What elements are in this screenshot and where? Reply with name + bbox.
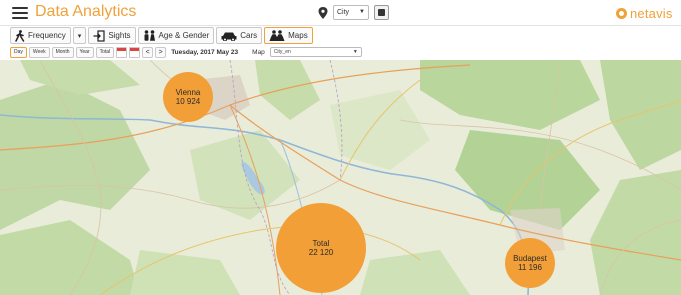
tab-frequency-label: Frequency [28,31,66,40]
tab-age-gender-label: Age & Gender [158,31,210,40]
next-date-button[interactable]: > [155,46,167,58]
app-title: Data Analytics [35,3,137,20]
tab-cars-label: Cars [240,31,258,40]
enter-icon [93,29,105,42]
tab-frequency[interactable]: Frequency [10,27,71,44]
bubble-budapest[interactable]: Budapest 11 196 [505,238,555,288]
brand-name: netavis [630,5,673,21]
calendar-start-icon[interactable] [116,46,128,58]
display-toggle-button[interactable] [374,5,389,20]
bubble-vienna-name: Vienna [175,88,201,97]
bubble-budapest-name: Budapest [513,254,547,263]
map-select[interactable]: City_en ▼ [269,47,362,57]
period-month-button[interactable]: Month [51,46,74,58]
tab-age-gender[interactable]: Age & Gender [137,27,215,44]
people-icon [144,30,155,41]
period-day-button[interactable]: Day [10,46,27,58]
tab-maps[interactable]: Maps [264,27,313,44]
hamburger-menu-icon[interactable] [12,7,28,19]
map-pin-icon [318,7,328,19]
brand-logo-icon [616,7,627,19]
chevron-down-icon: ▾ [77,32,82,40]
analytics-tabs: Frequency ▾ Sights Age & Gender Cars Map… [10,27,313,44]
tab-maps-label: Maps [288,31,308,40]
prev-date-button[interactable]: < [142,46,154,58]
period-total-button[interactable]: Total [95,46,115,58]
chevron-down-icon: ▼ [352,49,358,55]
current-date: Tuesday, 2017 May 23 [171,48,239,56]
calendar-end-icon[interactable] [129,46,141,58]
bubble-total-name: Total [312,239,330,248]
period-week-button[interactable]: Week [28,46,50,58]
city-select-value: City [337,9,350,16]
tab-frequency-dropdown[interactable]: ▾ [72,27,87,44]
map-select-value: City_en [273,49,291,55]
chevron-down-icon: ▼ [359,9,365,15]
walker-icon [15,29,25,42]
map-label: Map [252,48,265,56]
city-select[interactable]: City ▼ [333,5,369,20]
tab-cars[interactable]: Cars [216,27,263,44]
period-year-button[interactable]: Year [75,46,94,58]
car-icon [221,32,237,41]
bubble-budapest-value: 11 196 [518,263,542,272]
bubble-vienna[interactable]: Vienna 10 924 [163,72,213,122]
top-header: Data Analytics City ▼ netavis [0,0,681,26]
brand-logo: netavis [616,4,673,22]
tab-sights-label: Sights [108,31,131,40]
bubble-vienna-value: 10 924 [175,97,201,106]
bubble-total-value: 22 120 [308,248,334,257]
map-view[interactable]: Vienna 10 924 Total 22 120 Budapest 11 1… [0,60,681,295]
app-root: Data Analytics City ▼ netavis Frequency … [0,0,681,295]
tab-sights[interactable]: Sights [88,27,136,44]
date-toolbar: Day Week Month Year Total < > Tuesday, 2… [10,46,362,58]
bubble-total[interactable]: Total 22 120 [276,203,366,293]
map-people-icon [269,30,285,41]
